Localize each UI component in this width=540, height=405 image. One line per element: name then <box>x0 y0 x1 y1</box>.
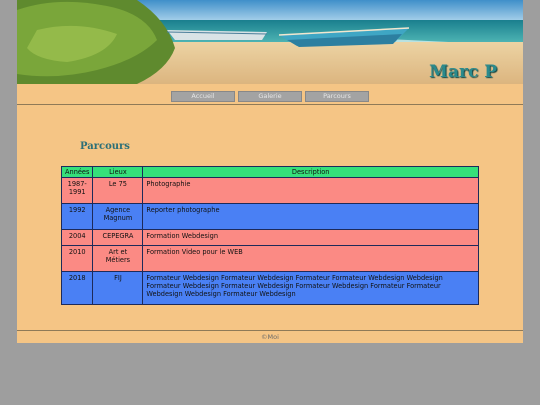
cell-description: Photographie <box>142 177 479 204</box>
cell-annees: 2010 <box>60 245 94 272</box>
table-row: 1992 Agence Magnum Reporter photographe <box>60 203 479 230</box>
table-header-row: Années Lieux Description <box>60 166 479 178</box>
column-header-description: Description <box>142 166 479 178</box>
footer-copyright: ©Moi <box>261 333 279 341</box>
cell-lieux: FIJ <box>92 271 144 305</box>
page-heading: Parcours <box>80 141 130 152</box>
cell-lieux: Agence Magnum <box>92 203 144 230</box>
nav-galerie[interactable]: Galerie <box>238 91 302 102</box>
footer-divider <box>17 330 523 331</box>
cell-annees: 1987-1991 <box>60 177 94 204</box>
table-row: 2010 Art et Métiers Formation Video pour… <box>60 245 479 272</box>
nav-parcours[interactable]: Parcours <box>305 91 369 102</box>
table-row: 2004 CEPEGRA Formation Webdesign <box>60 229 479 246</box>
header-divider <box>17 104 523 105</box>
nav-accueil[interactable]: Accueil <box>171 91 235 102</box>
cell-annees: 1992 <box>60 203 94 230</box>
cell-lieux: CEPEGRA <box>92 229 144 246</box>
cell-annees: 2004 <box>60 229 94 246</box>
cell-description: Formation Webdesign <box>142 229 479 246</box>
site-title: Marc P <box>429 62 497 82</box>
main-nav: Accueil Galerie Parcours <box>17 91 523 102</box>
cell-lieux: Le 75 <box>92 177 144 204</box>
cell-annees: 2018 <box>60 271 94 305</box>
cell-description: Reporter photographe <box>142 203 479 230</box>
parcours-table: Années Lieux Description 1987-1991 Le 75… <box>60 166 479 305</box>
cell-description: Formation Video pour le WEB <box>142 245 479 272</box>
table-row: 1987-1991 Le 75 Photographie <box>60 177 479 204</box>
cell-description: Formateur Webdesign Formateur Webdesign … <box>142 271 479 305</box>
page: Marc P Accueil Galerie Parcours Parcours… <box>17 0 523 343</box>
cell-lieux: Art et Métiers <box>92 245 144 272</box>
column-header-lieux: Lieux <box>92 166 144 178</box>
table-row: 2018 FIJ Formateur Webdesign Formateur W… <box>60 271 479 305</box>
column-header-annees: Années <box>60 166 94 178</box>
